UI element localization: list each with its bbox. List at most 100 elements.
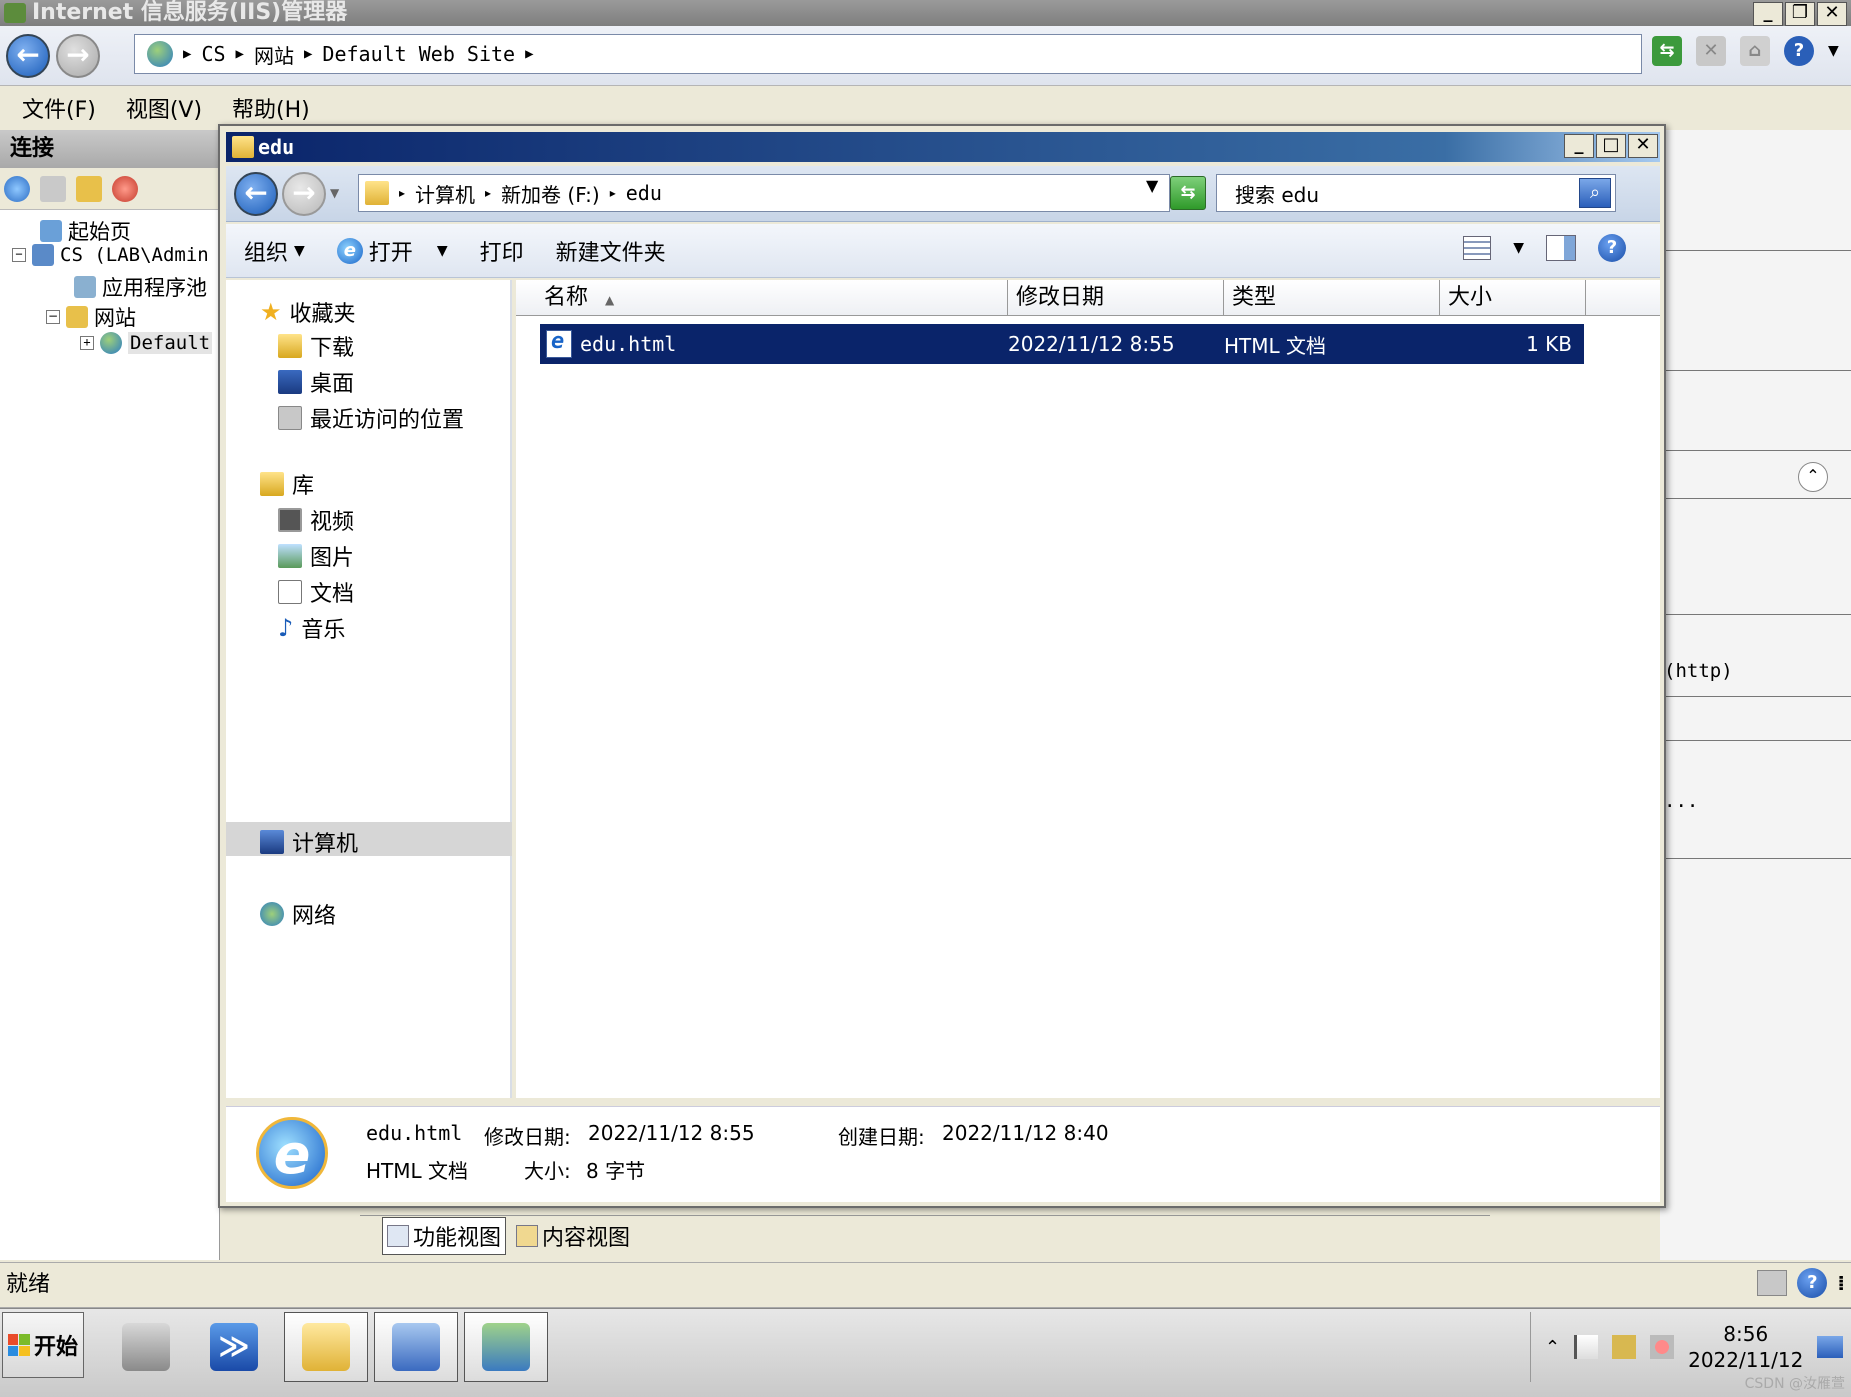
search-placeholder: 搜索 edu [1235,182,1320,207]
change-view-icon[interactable] [1463,236,1492,260]
nav-label: 音乐 [301,618,346,643]
forward-arrow-icon[interactable]: → [56,34,100,78]
nav-item-videos[interactable]: 视频 [278,504,354,536]
nav-item-music[interactable]: ♪ 音乐 [278,612,345,644]
taskbar-iis-manager[interactable] [374,1312,458,1382]
action-link-fragment[interactable]: ... [1664,790,1698,812]
minimize-button[interactable]: _ [1753,2,1783,26]
taskbar-network-app[interactable] [464,1312,548,1382]
breadcrumb-item[interactable]: 新加卷 (F:) [501,179,600,208]
network-tray-icon[interactable] [1612,1335,1637,1359]
back-arrow-icon[interactable]: ← [234,172,278,216]
breadcrumb-item[interactable]: Default Web Site [322,42,515,66]
save-icon[interactable] [40,175,66,202]
breadcrumb-item[interactable]: edu [626,181,662,205]
breadcrumb-item[interactable]: 网站 [254,40,294,69]
features-view-tab[interactable]: 功能视图 [382,1216,507,1255]
taskbar-explorer[interactable] [284,1312,368,1382]
breadcrumb-separator-icon[interactable]: ▸ [399,186,405,200]
clock[interactable]: 8:56 2022/11/12 [1688,1321,1803,1373]
iis-address-bar[interactable]: ▶ CS ▶ 网站 ▶ Default Web Site ▶ [134,34,1642,74]
tree-item-default-site[interactable]: + Default [80,332,213,354]
breadcrumb-separator-icon[interactable]: ▸ [610,186,616,200]
new-folder-button[interactable]: 新建文件夹 [556,235,666,267]
action-center-flag-icon[interactable] [1574,1335,1599,1359]
nav-item-recent[interactable]: 最近访问的位置 [278,402,464,434]
maximize-button[interactable]: □ [1596,134,1626,158]
collapse-section-icon[interactable]: ⌃ [1798,462,1828,492]
system-tray: ⌃ 8:56 2022/11/12 [1530,1312,1850,1382]
start-button[interactable]: 开始 [2,1312,84,1378]
menu-help[interactable]: 帮助(H) [232,92,310,124]
close-button[interactable]: ✕ [1817,2,1847,26]
column-header-size[interactable]: 大小 [1440,280,1586,315]
expand-icon[interactable]: + [80,336,94,350]
chevron-down-icon[interactable]: ▼ [1513,240,1524,256]
home-icon[interactable]: ⌂ [1740,36,1770,66]
nav-item-libraries[interactable]: 库 [260,468,314,500]
back-arrow-icon[interactable]: ← [6,34,50,78]
up-folder-icon[interactable] [76,175,102,202]
connect-icon[interactable] [4,175,30,202]
nav-item-computer[interactable]: 计算机 [260,826,358,858]
keyboard-icon[interactable] [1757,1270,1788,1296]
nav-item-favorites[interactable]: ★ 收藏夹 [260,296,356,328]
close-button[interactable]: ✕ [1628,134,1658,158]
nav-label: 计算机 [292,832,359,857]
restore-button[interactable]: ❐ [1785,2,1815,26]
tree-item-server[interactable]: − CS (LAB\Admin [12,244,209,266]
column-header-date[interactable]: 修改日期 [1008,280,1224,315]
organize-button[interactable]: 组织 ▼ [244,235,305,267]
help-icon[interactable]: ? [1784,36,1814,66]
preview-pane-icon[interactable] [1546,235,1576,261]
explorer-address-bar[interactable]: ▸ 计算机 ▸ 新加卷 (F:) ▸ edu [358,174,1170,212]
divider [1666,450,1851,451]
minimize-button[interactable]: _ [1564,134,1594,158]
open-button[interactable]: e 打开 ▼ [336,235,448,267]
chevron-down-icon[interactable]: ▼ [437,243,448,259]
menu-file[interactable]: 文件(F) [22,92,96,124]
content-view-tab[interactable]: 内容视图 [512,1218,634,1254]
show-hidden-icons-icon[interactable]: ⌃ [1545,1337,1560,1358]
nav-item-desktop[interactable]: 桌面 [278,366,354,398]
volume-muted-icon[interactable] [1650,1335,1675,1359]
breadcrumb-separator-icon[interactable]: ▸ [485,186,491,200]
taskbar-server-manager[interactable] [104,1312,188,1382]
help-icon[interactable]: ? [1797,1268,1828,1298]
breadcrumb-item[interactable]: CS [201,42,225,66]
nav-item-network[interactable]: 网络 [260,898,336,930]
breadcrumb-item[interactable]: 计算机 [415,179,475,208]
tree-item-label: 网站 [94,306,136,330]
tree-item-start-page[interactable]: 起始页 [40,216,131,246]
show-desktop-icon[interactable] [1817,1336,1844,1358]
star-icon: ★ [260,298,282,326]
search-icon[interactable]: ⌕ [1579,178,1611,208]
search-input[interactable]: 搜索 edu ⌕ [1216,174,1616,212]
tree-item-app-pools[interactable]: 应用程序池 [74,272,207,302]
menu-view[interactable]: 视图(V) [126,92,202,124]
stop-icon[interactable]: ✕ [1696,36,1726,66]
help-dropdown-icon[interactable]: ▼ [1828,43,1839,59]
grip-icon: ⁞ [1837,1271,1845,1295]
disconnect-icon[interactable] [112,175,138,202]
tree-item-sites[interactable]: − 网站 [46,302,136,332]
forward-arrow-icon[interactable]: → [282,172,326,216]
nav-item-documents[interactable]: 文档 [278,576,354,608]
refresh-icon[interactable]: ⇆ [1170,176,1206,210]
print-button[interactable]: 打印 [480,235,524,267]
address-dropdown-icon[interactable]: ▼ [1146,176,1158,195]
collapse-icon[interactable]: − [12,248,26,262]
help-icon[interactable]: ? [1598,234,1626,262]
nav-label: 下载 [310,336,355,361]
taskbar-powershell[interactable]: ≫ [192,1312,276,1382]
nav-item-pictures[interactable]: 图片 [278,540,354,572]
refresh-icon[interactable]: ⇆ [1652,36,1682,66]
explorer-title-bar: edu _ □ ✕ [226,132,1660,162]
recent-pages-dropdown-icon[interactable]: ▼ [330,186,339,200]
action-link-fragment[interactable]: (http) [1664,660,1733,682]
nav-item-downloads[interactable]: 下载 [278,330,354,362]
file-row[interactable]: edu.html 2022/11/12 8:55 HTML 文档 1 KB [540,324,1584,364]
collapse-icon[interactable]: − [46,310,60,324]
column-header-type[interactable]: 类型 [1224,280,1440,315]
column-header-name[interactable]: 名称 ▲ [516,280,1008,315]
